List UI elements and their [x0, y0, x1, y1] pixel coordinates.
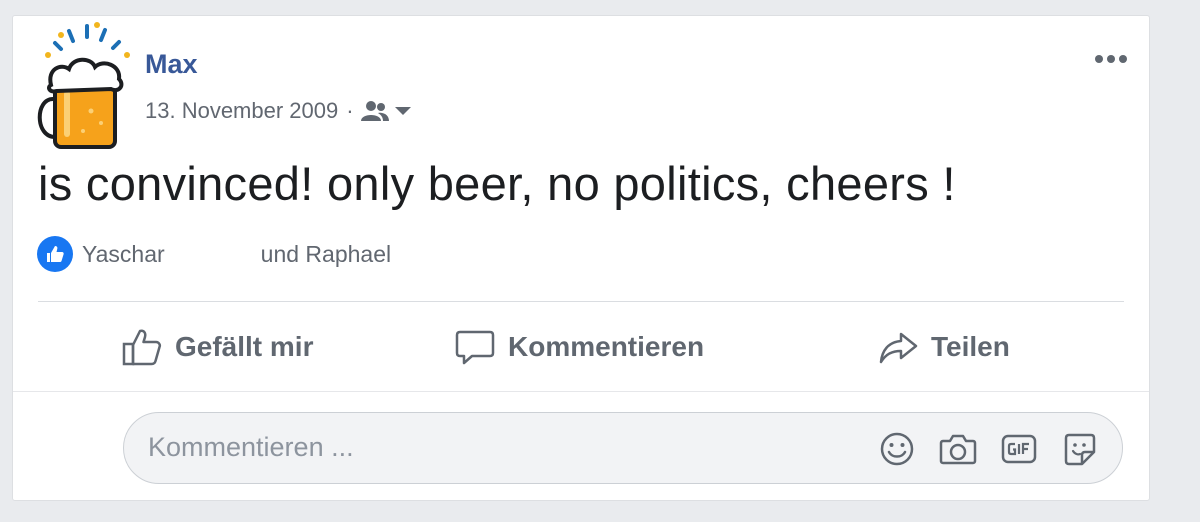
- comment-button[interactable]: Kommentieren: [454, 316, 704, 378]
- meta-separator: ·: [346, 98, 354, 123]
- divider: [13, 391, 1149, 392]
- post-text: is convinced! only beer, no politics, ch…: [38, 157, 956, 210]
- comment-label: Kommentieren: [508, 331, 705, 362]
- chevron-down-icon: [394, 107, 411, 115]
- share-label: Teilen: [931, 331, 1010, 362]
- beer-mug-icon: [37, 22, 130, 149]
- comment-placeholder: Kommentieren ...: [148, 432, 354, 462]
- author-name[interactable]: Max: [145, 49, 198, 80]
- sticker-icon[interactable]: [1060, 429, 1100, 469]
- comment-bubble-icon: [455, 330, 495, 365]
- audience-selector[interactable]: [360, 100, 412, 122]
- more-dots-icon: [1095, 55, 1127, 63]
- comment-tools: [856, 429, 1100, 469]
- post-date[interactable]: 13. November 2009: [145, 98, 338, 124]
- emoji-icon[interactable]: [877, 429, 917, 469]
- more-options-button[interactable]: [1091, 44, 1131, 74]
- comment-input[interactable]: Kommentieren ...: [123, 412, 1123, 484]
- like-icon: [37, 236, 73, 272]
- camera-icon[interactable]: [938, 429, 978, 469]
- friends-icon: [360, 101, 389, 121]
- like-button[interactable]: Gefällt mir: [121, 316, 313, 378]
- reactions-summary[interactable]: Yaschar und Raphael: [37, 236, 391, 272]
- thumbs-up-icon: [122, 329, 162, 366]
- avatar[interactable]: [31, 19, 139, 149]
- reaction-others[interactable]: und Raphael: [261, 241, 391, 268]
- reaction-first-name[interactable]: Yaschar: [82, 241, 165, 268]
- action-bar: Gefällt mir Kommentieren Teilen: [13, 316, 1151, 378]
- share-button[interactable]: Teilen: [877, 316, 1010, 378]
- divider: [38, 301, 1124, 302]
- share-arrow-icon: [879, 332, 918, 364]
- like-label: Gefällt mir: [175, 331, 314, 362]
- post-meta: 13. November 2009 ·: [145, 98, 412, 124]
- post-card: Max 13. November 2009 · is convinced! on…: [12, 15, 1150, 501]
- gif-icon[interactable]: [999, 429, 1039, 469]
